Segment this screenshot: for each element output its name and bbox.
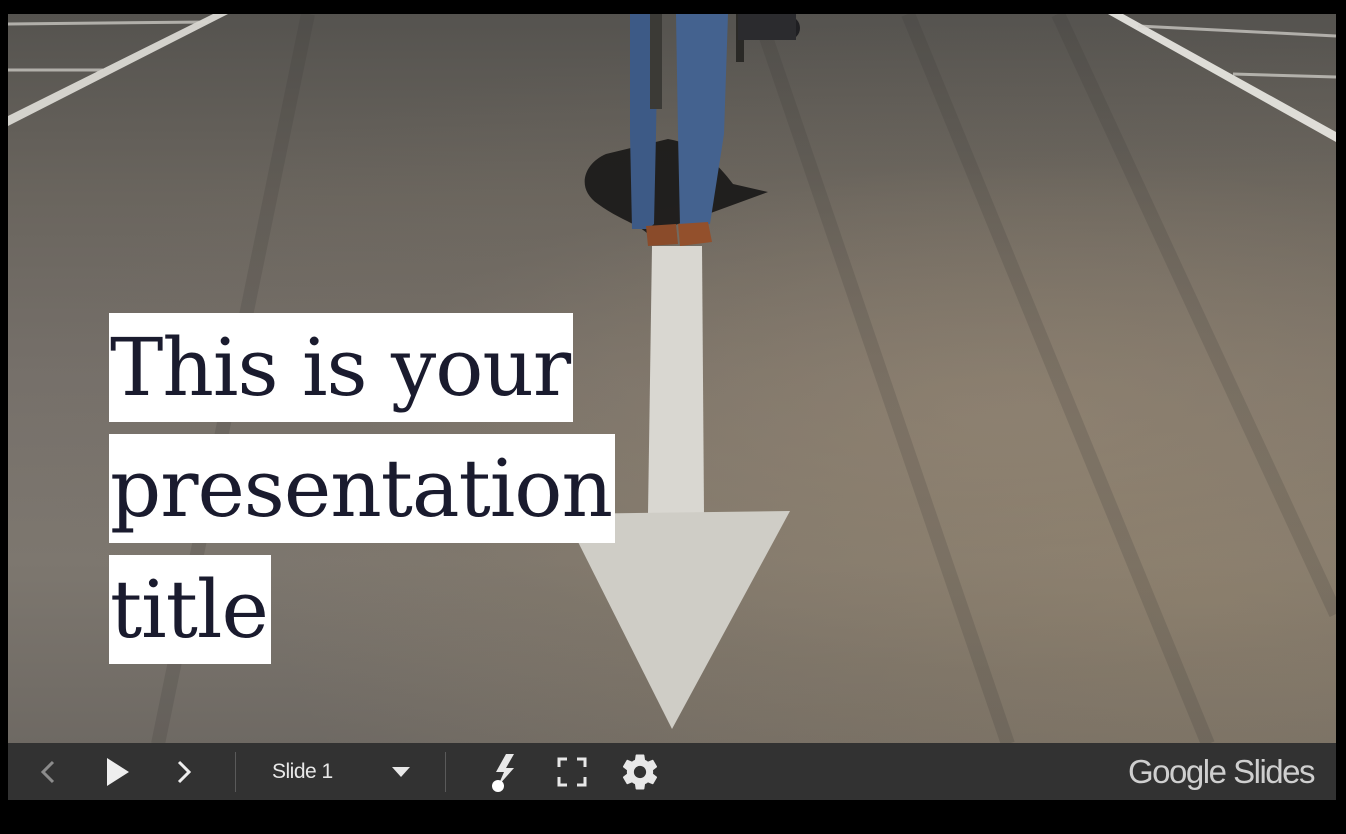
settings-button[interactable] — [616, 743, 664, 800]
laser-pointer-icon — [492, 753, 514, 792]
google-slides-logo[interactable]: Google Slides — [1128, 743, 1315, 800]
title-line-2: presentation — [109, 428, 615, 549]
fullscreen-icon — [557, 757, 587, 786]
toolbar-divider — [445, 752, 446, 792]
slide-canvas[interactable]: This is your presentation title — [8, 14, 1336, 744]
next-slide-button[interactable] — [166, 743, 202, 800]
brand-google: Google — [1128, 753, 1227, 790]
title-line-3: title — [109, 549, 615, 670]
slide-title[interactable]: This is your presentation title — [109, 307, 615, 670]
presentation-toolbar: Slide 1 Google Slides — [8, 743, 1336, 800]
play-button[interactable] — [98, 743, 138, 800]
gear-icon — [622, 754, 658, 789]
title-line-1: This is your — [109, 307, 615, 428]
laser-pointer-button[interactable] — [484, 743, 526, 800]
presentation-frame: This is your presentation title Slide 1 — [0, 0, 1346, 834]
slide-selector-dropdown[interactable] — [384, 743, 418, 800]
toolbar-divider — [235, 752, 236, 792]
play-icon — [107, 757, 129, 786]
brand-product: Slides — [1233, 753, 1315, 790]
slide-selector-label[interactable]: Slide 1 — [272, 743, 333, 800]
chevron-left-icon — [40, 760, 55, 783]
fullscreen-button[interactable] — [552, 743, 592, 800]
previous-slide-button[interactable] — [30, 743, 66, 800]
chevron-right-icon — [177, 760, 192, 783]
caret-down-icon — [392, 766, 410, 777]
